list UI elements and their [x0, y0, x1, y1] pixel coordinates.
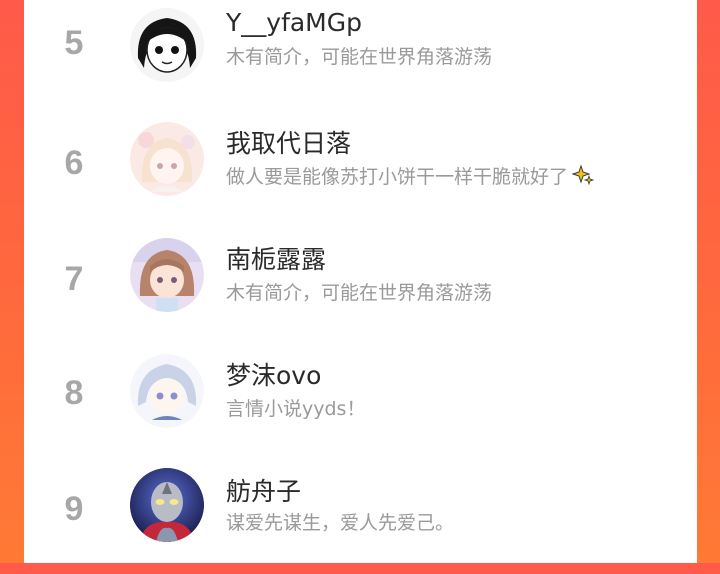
user-bio: 木有简介，可能在世界角落游荡: [226, 46, 493, 68]
rank-number: 5: [64, 24, 84, 62]
rank-number: 7: [64, 260, 84, 298]
user-name[interactable]: Y__yfaMGp: [226, 8, 362, 37]
list-item[interactable]: 6 我取代日落 做人要是能像苏打小饼干一样干脆就好了: [24, 118, 697, 228]
user-bio: 言情小说yyds！: [226, 398, 366, 420]
user-name[interactable]: 梦沫ovo: [226, 356, 321, 392]
list-item[interactable]: 8 梦沫ovo 言情小说yyds！: [24, 350, 697, 460]
user-name[interactable]: 我取代日落: [226, 124, 351, 160]
anime-girl-silver-hair-avatar[interactable]: [130, 354, 204, 428]
list-item[interactable]: 9 舫舟子 谋爱先谋生，爱人先爱己。: [24, 464, 697, 574]
rank-number: 8: [64, 374, 84, 412]
sparkles-icon: [571, 164, 595, 191]
list-item[interactable]: 7 南栀露露 木有简介，可能在世界角落游荡: [24, 234, 697, 344]
user-name[interactable]: 舫舟子: [226, 472, 301, 508]
ultraman-avatar[interactable]: [130, 468, 204, 542]
user-bio: 谋爱先谋生，爱人先爱己。: [226, 512, 455, 534]
anime-girl-brown-hair-avatar[interactable]: [130, 238, 204, 312]
rank-number: 6: [64, 144, 84, 182]
list-item[interactable]: 5 Y__yfaMGp 木有简介，可能在世界角落游荡: [24, 0, 697, 104]
pastel-anime-girl-avatar[interactable]: [130, 122, 204, 196]
user-bio: 做人要是能像苏打小饼干一样干脆就好了: [226, 162, 595, 191]
ranking-list: 5 Y__yfaMGp 木有简介，可能在世界角落游荡 6 我取代日落 做人要是能…: [24, 0, 697, 563]
manga-girl-avatar[interactable]: [130, 8, 204, 82]
rank-number: 9: [64, 490, 84, 528]
user-bio-text: 做人要是能像苏打小饼干一样干脆就好了: [226, 166, 569, 188]
user-name[interactable]: 南栀露露: [226, 240, 326, 276]
user-bio: 木有简介，可能在世界角落游荡: [226, 282, 493, 304]
